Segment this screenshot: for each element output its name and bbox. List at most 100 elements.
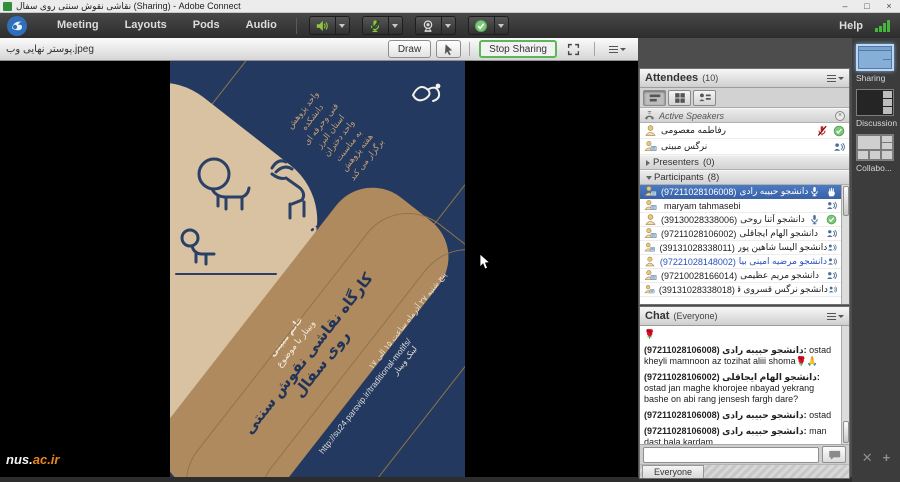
participant-row[interactable]: (39131028338018) دانشجو نرگس قسروی قنادق [640, 283, 841, 297]
watermark: nus.ac.ir [6, 452, 59, 467]
participant-row[interactable]: maryam tahmasebi [640, 199, 841, 213]
audio-icon [826, 200, 837, 211]
watermark-prefix: nus. [6, 452, 33, 467]
chat-pod-menu-button[interactable] [827, 313, 844, 320]
menu-layouts[interactable]: Layouts [112, 13, 180, 38]
pointer-button[interactable] [436, 40, 461, 58]
view-list-button[interactable] [643, 90, 666, 106]
maximize-button[interactable]: □ [856, 0, 878, 12]
participants-scrollbar[interactable] [841, 185, 849, 304]
chat-sender: دانشجو حبیبه رادی (97211028106008): [644, 410, 807, 420]
view-status-button[interactable] [693, 90, 716, 106]
active-speakers-bar[interactable]: Active Speakers × [640, 108, 849, 123]
speaker-button[interactable] [309, 16, 336, 35]
scrollbar-thumb[interactable] [843, 421, 849, 443]
webcam-button-group [415, 16, 456, 35]
audio-icon [826, 228, 837, 239]
active-speakers-close-icon[interactable]: × [835, 111, 845, 121]
status-check-icon [474, 19, 488, 33]
layout-discussion[interactable]: Discussion [856, 89, 896, 128]
attendees-title: Attendees [645, 72, 698, 84]
toolbar-separator [469, 42, 470, 56]
chat-text: 🌹 [644, 329, 655, 339]
expand-arrow-icon [646, 176, 652, 180]
status-button[interactable] [468, 16, 495, 35]
participant-row[interactable]: (97211028106002) دانشجو الهام ایجاقلی [640, 227, 841, 241]
participant-row[interactable]: (97210028166014) دانشجو مریم عظیمی [640, 269, 841, 283]
audio-icon [827, 242, 837, 253]
agree-check-icon [833, 125, 845, 137]
participant-id: (97211028106008) [661, 187, 736, 197]
chat-text: ostad [809, 410, 831, 420]
menu-meeting[interactable]: Meeting [44, 13, 112, 38]
draw-button[interactable]: Draw [388, 40, 431, 58]
menu-pods[interactable]: Pods [180, 13, 233, 38]
shared-poster-image: واحد پژوهش دانشکده فنی وحرفه ای استان ال… [170, 61, 465, 477]
participant-role-icon [644, 185, 657, 198]
participant-role-icon [644, 227, 657, 240]
status-dropdown[interactable] [495, 16, 509, 35]
participant-row[interactable]: (97221028148002) دانشجو مرضیه امینی بیات [640, 255, 841, 269]
fullscreen-button[interactable] [561, 40, 586, 58]
chat-input[interactable] [643, 447, 819, 463]
view-grid-button[interactable] [668, 90, 691, 106]
layout-sharing[interactable]: Sharing [856, 44, 896, 83]
chat-sender: دانشجو حبیبه رادی (97211028106008): [644, 426, 807, 436]
participant-row[interactable]: (39130028338006) دانشجو آتنا روحی [640, 213, 841, 227]
chat-sender: دانشجو الهام ایجاقلی (97211028106002): [644, 372, 820, 382]
active-speaker-row[interactable]: رفاطمه معصومی [640, 123, 849, 139]
menu-help[interactable]: Help [827, 20, 875, 32]
minimize-button[interactable]: – [834, 0, 856, 12]
attendees-count: (10) [702, 73, 718, 83]
menubar-separator [296, 18, 297, 34]
participant-row[interactable]: (97211028106008) دانشجو حبیبه رادی [640, 185, 841, 199]
share-pod-menu-button[interactable] [603, 40, 632, 58]
chat-message: دانشجو حبیبه رادی (97211028106008): man … [644, 426, 837, 444]
close-button[interactable]: × [878, 0, 900, 12]
microphone-button[interactable] [362, 16, 389, 35]
participant-name: دانشجو الهام ایجاقلی [739, 228, 818, 239]
participant-role-icon [644, 269, 657, 282]
participant-row[interactable]: (39131028338011) دانشجو الیسا شاهین پوری… [640, 241, 841, 255]
presenters-count: (0) [703, 157, 715, 168]
speaker-icon [315, 19, 329, 33]
collapse-arrow-icon [646, 160, 650, 166]
participant-role-icon [644, 199, 657, 212]
attendees-pod: Attendees (10) Active Speakers × رفاطمه … [639, 68, 850, 305]
adobe-connect-window: { "titlebar": { "title": "نقاشی نقوش سنت… [0, 0, 900, 482]
webcam-dropdown[interactable] [442, 16, 456, 35]
chat-scrollbar[interactable] [841, 326, 849, 444]
presenters-section-bar[interactable]: Presenters (0) [640, 155, 849, 170]
microphone-dropdown[interactable] [389, 16, 403, 35]
window-titlebar: نقاشی نقوش سنتی روی سفال (Sharing) - Ado… [0, 0, 900, 13]
pod-menu-icon [827, 313, 836, 320]
active-speaker-name: نرگس مبینی [661, 141, 707, 152]
chat-send-button[interactable] [822, 446, 846, 463]
add-layout-icon[interactable]: + [883, 450, 891, 466]
chat-pod-header: Chat (Everyone) [640, 307, 849, 326]
active-speaker-row[interactable]: نرگس مبینی [640, 139, 849, 155]
participant-id: (39130028338006) [661, 215, 737, 225]
window-title: نقاشی نقوش سنتی روی سفال (Sharing) - Ado… [16, 1, 241, 12]
attendees-pod-menu-button[interactable] [827, 75, 844, 82]
participants-section-bar[interactable]: Participants (8) [640, 170, 849, 185]
active-speaker-name: رفاطمه معصومی [661, 125, 726, 136]
layout-collaboration[interactable]: Collabo... [856, 134, 896, 173]
webcam-button[interactable] [415, 16, 442, 35]
layout-discussion-thumbnail [856, 89, 894, 116]
stop-sharing-button[interactable]: Stop Sharing [479, 40, 557, 58]
menu-audio[interactable]: Audio [233, 13, 290, 38]
speaker-dropdown[interactable] [336, 16, 350, 35]
close-layout-icon[interactable]: ✕ [862, 450, 873, 466]
watermark-suffix: ac.ir [33, 452, 60, 467]
agree-check-icon [826, 214, 837, 225]
mic-icon [809, 214, 820, 225]
chat-tabs: Everyone [640, 464, 849, 478]
layout-discussion-label: Discussion [856, 118, 896, 128]
participant-role-icon [644, 255, 656, 268]
participants-label: Participants [654, 172, 704, 183]
raised-hand-icon [826, 186, 837, 197]
participant-name: دانشجو نرگس قسروی قنادق [738, 284, 828, 295]
tab-everyone[interactable]: Everyone [642, 465, 704, 478]
scrollbar-thumb[interactable] [843, 186, 849, 216]
